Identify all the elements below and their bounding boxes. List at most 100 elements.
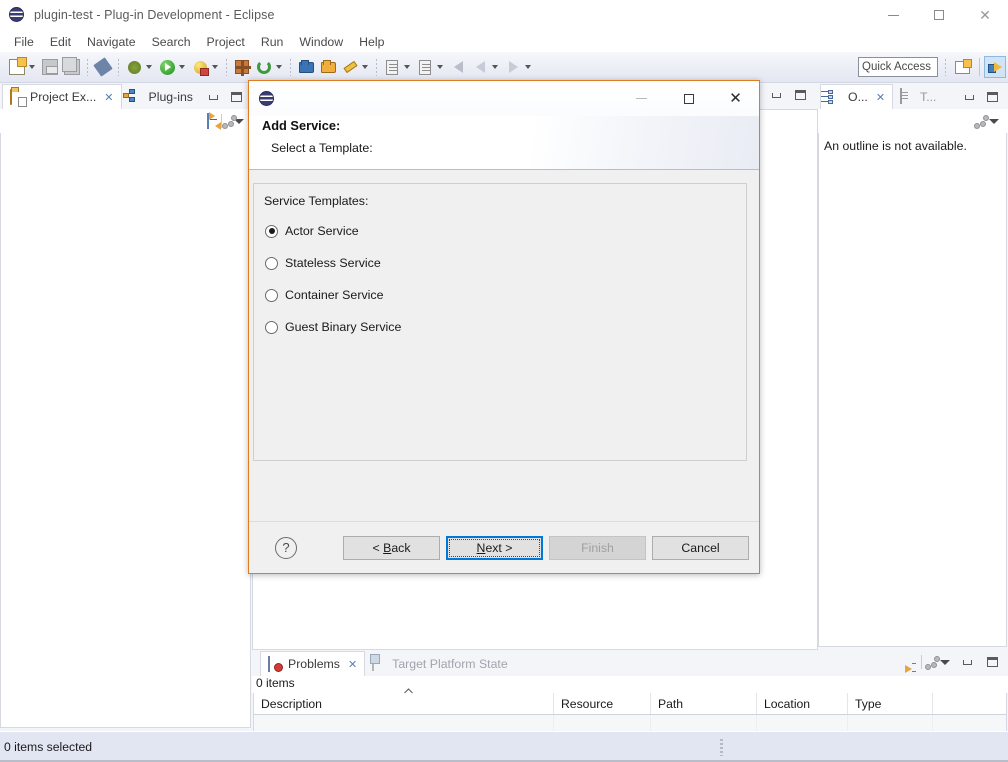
view-menu-chevron-icon[interactable] <box>989 119 999 124</box>
dialog-subtitle: Select a Template: <box>249 141 759 155</box>
column-header-location[interactable]: Location <box>757 693 848 714</box>
debug-dropdown-chevron-icon[interactable] <box>146 65 152 69</box>
help-button[interactable]: ? <box>275 537 297 559</box>
menu-run[interactable]: Run <box>253 33 292 51</box>
maximize-icon[interactable] <box>984 89 1000 105</box>
back-button[interactable]: < Back <box>343 536 440 560</box>
radio-actor-service[interactable]: Actor Service <box>265 224 746 238</box>
dialog-buttons: < Back Next > Finish Cancel <box>343 536 749 560</box>
radio-label: Actor Service <box>285 224 359 238</box>
marker-dropdown-chevron-icon[interactable] <box>362 65 368 69</box>
window-maximize-button[interactable] <box>916 0 962 31</box>
run-icon[interactable] <box>156 56 178 78</box>
project-explorer-tree[interactable] <box>0 133 251 728</box>
new-plugin-project-icon[interactable] <box>231 56 253 78</box>
minimize-icon[interactable] <box>961 89 977 105</box>
window-minimize-button[interactable] <box>870 0 916 31</box>
new-task-dropdown-chevron-icon[interactable] <box>404 65 410 69</box>
tab-label: Project Ex... <box>30 90 96 104</box>
view-menu-chevron-icon[interactable] <box>940 660 950 665</box>
menu-project[interactable]: Project <box>199 33 253 51</box>
minimize-icon[interactable] <box>959 654 975 670</box>
status-message: 0 items selected <box>0 740 92 754</box>
dialog-header: Add Service: Select a Template: <box>249 116 759 170</box>
tab-project-explorer[interactable]: Project Ex... ✕ <box>2 84 122 109</box>
close-icon[interactable]: ✕ <box>348 658 357 671</box>
button-label: Finish <box>581 541 614 555</box>
column-header-description[interactable]: Description <box>254 693 554 714</box>
column-header-filler <box>933 693 1006 714</box>
dialog-close-button[interactable]: ✕ <box>712 81 759 116</box>
right-view-toolbar <box>818 109 1008 133</box>
open-type-icon[interactable] <box>295 56 317 78</box>
dialog-button-bar: ? < Back Next > Finish Cancel <box>249 521 759 573</box>
radio-stateless-service[interactable]: Stateless Service <box>265 256 746 270</box>
maximize-icon[interactable] <box>984 654 1000 670</box>
quick-access-input[interactable]: Quick Access <box>858 57 938 77</box>
window-close-button[interactable]: ✕ <box>962 0 1008 31</box>
radio-button-icon <box>265 257 278 270</box>
outline-content: An outline is not available. <box>818 133 1007 647</box>
button-label: < Back <box>373 541 411 555</box>
column-header-resource[interactable]: Resource <box>554 693 651 714</box>
left-tabbar: Project Ex... ✕ Plug-ins <box>0 83 252 109</box>
radio-container-service[interactable]: Container Service <box>265 288 746 302</box>
debug-icon[interactable] <box>123 56 145 78</box>
eclipse-globe-icon <box>259 91 275 107</box>
plugin-development-perspective-icon[interactable] <box>984 56 1006 78</box>
menu-window[interactable]: Window <box>291 33 351 51</box>
dialog-minimize-button[interactable] <box>618 81 665 116</box>
radio-button-icon <box>265 289 278 302</box>
maximize-icon[interactable] <box>228 89 244 105</box>
back-dropdown-chevron-icon[interactable] <box>492 65 498 69</box>
radio-guest-binary-service[interactable]: Guest Binary Service <box>265 320 746 334</box>
radio-button-icon <box>265 225 278 238</box>
menu-help[interactable]: Help <box>351 33 392 51</box>
minimize-icon[interactable] <box>205 89 221 105</box>
refresh-target-icon[interactable] <box>253 56 275 78</box>
new-note-icon[interactable] <box>414 56 436 78</box>
bottom-view-stack: Problems ✕ Target Platform State 0 items <box>252 650 1008 731</box>
save-all-icon[interactable] <box>61 56 83 78</box>
open-perspective-icon[interactable] <box>951 56 973 78</box>
profile-icon[interactable] <box>189 56 211 78</box>
status-resize-grip[interactable] <box>720 739 723 756</box>
maximize-icon[interactable] <box>792 87 808 103</box>
dialog-maximize-button[interactable] <box>665 81 712 116</box>
tab-problems[interactable]: Problems ✕ <box>260 651 365 676</box>
tab-plugins[interactable]: Plug-ins <box>122 84 200 109</box>
skip-breakpoints-icon[interactable] <box>92 56 114 78</box>
run-dropdown-chevron-icon[interactable] <box>179 65 185 69</box>
marker-icon[interactable] <box>339 56 361 78</box>
save-icon[interactable] <box>39 56 61 78</box>
eclipse-window: plugin-test - Plug-in Development - Ecli… <box>0 0 1008 762</box>
cancel-button[interactable]: Cancel <box>652 536 749 560</box>
tab-outline[interactable]: O... ✕ <box>820 84 893 109</box>
back-to-icon[interactable] <box>447 56 469 78</box>
back-arrow-icon[interactable] <box>469 56 491 78</box>
next-button[interactable]: Next > <box>446 536 543 560</box>
column-label: Description <box>261 697 322 711</box>
tab-task-list[interactable]: T... <box>893 84 943 109</box>
close-icon[interactable]: ✕ <box>104 91 113 104</box>
refresh-target-dropdown-chevron-icon[interactable] <box>276 65 282 69</box>
menu-edit[interactable]: Edit <box>42 33 79 51</box>
new-document-icon[interactable] <box>6 56 28 78</box>
menu-navigate[interactable]: Navigate <box>79 33 144 51</box>
new-document-dropdown-chevron-icon[interactable] <box>29 65 35 69</box>
tab-target-platform-state[interactable]: Target Platform State <box>365 651 515 676</box>
menu-search[interactable]: Search <box>144 33 199 51</box>
column-header-type[interactable]: Type <box>848 693 933 714</box>
menu-file[interactable]: File <box>6 33 42 51</box>
open-resource-icon[interactable] <box>317 56 339 78</box>
profile-dropdown-chevron-icon[interactable] <box>212 65 218 69</box>
toolbar-separator <box>979 58 980 76</box>
close-icon[interactable]: ✕ <box>876 91 885 104</box>
column-header-path[interactable]: Path <box>651 693 757 714</box>
new-task-icon[interactable] <box>381 56 403 78</box>
tab-label: O... <box>848 90 868 104</box>
forward-dropdown-chevron-icon[interactable] <box>525 65 531 69</box>
new-note-dropdown-chevron-icon[interactable] <box>437 65 443 69</box>
minimize-icon[interactable] <box>768 87 784 103</box>
forward-arrow-icon[interactable] <box>502 56 524 78</box>
